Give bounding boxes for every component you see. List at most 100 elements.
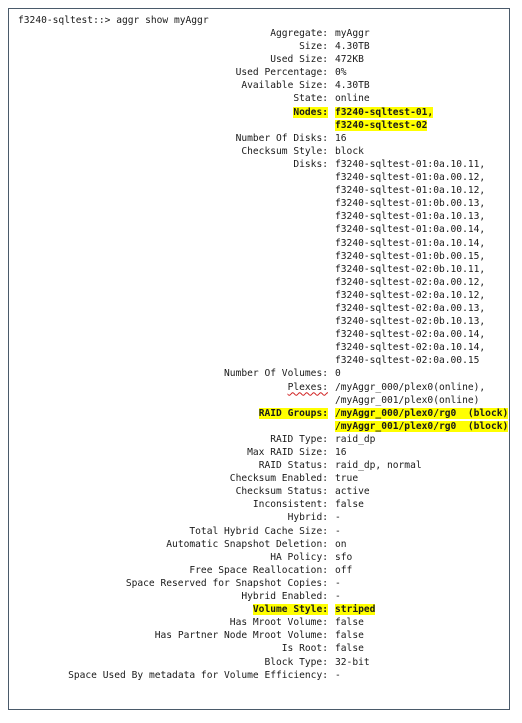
detail-value-text: /myAggr_000/plex0/rg0 (block): [335, 407, 509, 419]
detail-value: raid_dp: [328, 433, 375, 446]
detail-label-text: RAID Type:: [270, 433, 328, 445]
detail-value: online: [328, 92, 370, 105]
detail-value: myAggr: [328, 27, 370, 40]
detail-label: [9, 223, 328, 236]
detail-value-text: 4.30TB: [335, 41, 370, 53]
detail-row: /myAggr_001/plex0(online): [9, 394, 509, 407]
detail-value-text: f3240-sqltest-02:0a.10.14,: [335, 342, 486, 354]
detail-label: Free Space Reallocation:: [9, 564, 328, 577]
detail-label: Plexes:: [9, 381, 328, 394]
detail-value: striped: [328, 603, 376, 616]
detail-label: Used Percentage:: [9, 66, 328, 79]
command-prompt-line: f3240-sqltest::> aggr show myAggr: [18, 15, 209, 26]
detail-value: f3240-sqltest-02:0a.00.14,: [328, 328, 485, 341]
detail-label-text: Nodes:: [293, 106, 328, 118]
detail-row: Has Partner Node Mroot Volume: false: [9, 629, 509, 642]
detail-value-text: f3240-sqltest-01:0a.00.14,: [335, 224, 486, 236]
detail-value: sfo: [328, 551, 352, 564]
detail-row: Plexes: /myAggr_000/plex0(online),: [9, 381, 509, 394]
detail-value-text: false: [335, 499, 364, 511]
detail-value: /myAggr_000/plex0/rg0 (block): [328, 407, 509, 420]
detail-row: f3240-sqltest-02:0a.00.15: [9, 354, 509, 367]
detail-value: 16: [328, 446, 347, 459]
detail-label: Disks:: [9, 158, 328, 171]
detail-row: Number Of Disks: 16: [9, 132, 509, 145]
detail-value: raid_dp, normal: [328, 459, 422, 472]
detail-label-text: Block Type:: [264, 656, 328, 668]
detail-value: f3240-sqltest-02:0a.00.12,: [328, 276, 485, 289]
detail-value-text: -: [335, 525, 341, 537]
detail-value-text: f3240-sqltest-01:0b.00.13,: [335, 198, 486, 210]
detail-value-text: f3240-sqltest-02: [335, 119, 428, 131]
detail-value-text: 0%: [335, 67, 347, 79]
detail-value: f3240-sqltest-02:0a.10.12,: [328, 289, 485, 302]
detail-value-text: f3240-sqltest-01:0a.10.12,: [335, 185, 486, 197]
detail-row: Available Size: 4.30TB: [9, 79, 509, 92]
detail-row: Total Hybrid Cache Size: -: [9, 525, 509, 538]
detail-value: f3240-sqltest-01:0a.10.12,: [328, 184, 485, 197]
detail-label: Size:: [9, 40, 328, 53]
detail-value: 16: [328, 132, 347, 145]
detail-value: false: [328, 616, 364, 629]
detail-label: Block Type:: [9, 656, 328, 669]
detail-row: RAID Type: raid_dp: [9, 433, 509, 446]
detail-value-text: 472KB: [335, 54, 364, 66]
detail-label-text: Size:: [299, 41, 328, 53]
detail-value: -: [328, 577, 341, 590]
detail-row: f3240-sqltest-02:0a.00.12,: [9, 276, 509, 289]
detail-label: [9, 184, 328, 197]
detail-row: RAID Groups: /myAggr_000/plex0/rg0 (block…: [9, 407, 509, 420]
detail-value: 472KB: [328, 53, 364, 66]
detail-value: false: [328, 498, 364, 511]
detail-label: Automatic Snapshot Deletion:: [9, 538, 328, 551]
detail-label-text: Space Used By metadata for Volume Effici…: [68, 669, 328, 681]
detail-label: Nodes:: [9, 106, 328, 119]
detail-value: /myAggr_001/plex0(online): [328, 394, 479, 407]
detail-row: f3240-sqltest-01:0a.00.14,: [9, 223, 509, 236]
detail-label-text: Available Size:: [241, 80, 328, 92]
detail-value: f3240-sqltest-02:0a.10.14,: [328, 341, 485, 354]
detail-value-text: f3240-sqltest-02:0a.00.12,: [335, 276, 486, 288]
detail-row: Block Type: 32-bit: [9, 656, 509, 669]
detail-value: f3240-sqltest-02:0a.00.13,: [328, 302, 485, 315]
detail-value-text: sfo: [335, 551, 353, 563]
detail-value-text: f3240-sqltest-02:0a.00.15: [335, 355, 480, 367]
detail-row: f3240-sqltest-02:0a.10.14,: [9, 341, 509, 354]
detail-row: f3240-sqltest-01:0a.00.12,: [9, 171, 509, 184]
detail-value-text: -: [335, 591, 341, 603]
detail-value-text: f3240-sqltest-01:0b.00.15,: [335, 250, 486, 262]
detail-label: RAID Groups:: [9, 407, 328, 420]
detail-value-text: f3240-sqltest-01:0a.10.13,: [335, 211, 486, 223]
detail-row: Size: 4.30TB: [9, 40, 509, 53]
detail-value: 0: [328, 367, 341, 380]
detail-row: Used Size: 472KB: [9, 53, 509, 66]
detail-row: Inconsistent: false: [9, 498, 509, 511]
detail-value-text: true: [335, 473, 359, 485]
detail-value-text: f3240-sqltest-02:0a.00.14,: [335, 329, 486, 341]
detail-label: [9, 302, 328, 315]
detail-row: Space Reserved for Snapshot Copies: -: [9, 577, 509, 590]
detail-row: HA Policy: sfo: [9, 551, 509, 564]
detail-label: [9, 263, 328, 276]
detail-row: f3240-sqltest-01:0a.10.14,: [9, 237, 509, 250]
detail-row: Space Used By metadata for Volume Effici…: [9, 669, 509, 682]
detail-row: f3240-sqltest-02:0a.10.12,: [9, 289, 509, 302]
detail-value: /myAggr_000/plex0(online),: [328, 381, 485, 394]
detail-label: [9, 197, 328, 210]
detail-row: State: online: [9, 92, 509, 105]
detail-label: [9, 420, 328, 433]
detail-label-text: Checksum Enabled:: [229, 473, 328, 485]
detail-value: f3240-sqltest-01:0a.10.13,: [328, 210, 485, 223]
detail-label: Is Root:: [9, 642, 328, 655]
detail-label-text: State:: [293, 93, 328, 105]
detail-row: f3240-sqltest-02:0b.10.13,: [9, 315, 509, 328]
detail-label: Max RAID Size:: [9, 446, 328, 459]
detail-label: [9, 328, 328, 341]
detail-label: RAID Status:: [9, 459, 328, 472]
detail-value: 0%: [328, 66, 347, 79]
detail-value-text: -: [335, 512, 341, 524]
detail-label-text: Number Of Disks:: [235, 132, 328, 144]
detail-value: -: [328, 669, 341, 682]
detail-label-text: Automatic Snapshot Deletion:: [166, 538, 328, 550]
detail-row: Aggregate: myAggr: [9, 27, 509, 40]
